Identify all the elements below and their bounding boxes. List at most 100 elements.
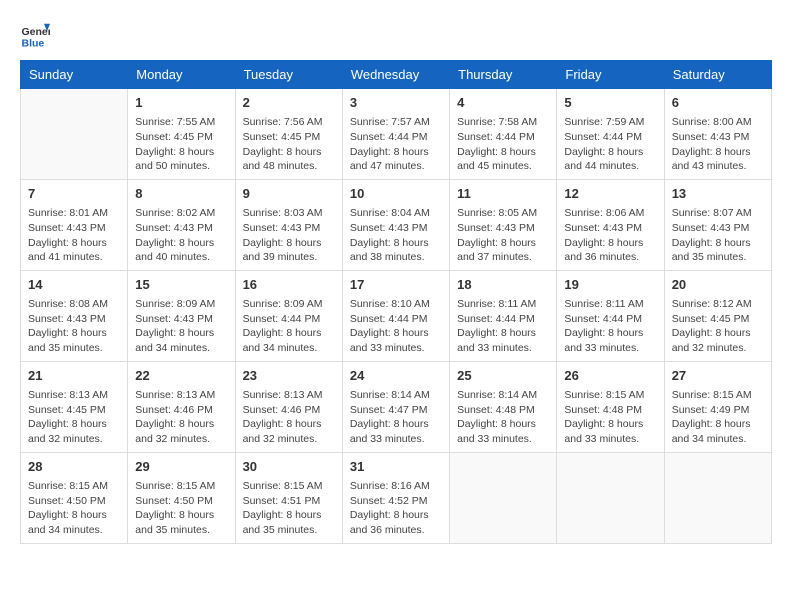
day-info: Sunrise: 8:04 AMSunset: 4:43 PMDaylight:… [350, 206, 442, 265]
day-info: Sunrise: 8:14 AMSunset: 4:48 PMDaylight:… [457, 388, 549, 447]
calendar-cell: 22 Sunrise: 8:13 AMSunset: 4:46 PMDayligh… [128, 361, 235, 452]
day-number: 22 [135, 367, 227, 385]
day-info: Sunrise: 8:02 AMSunset: 4:43 PMDaylight:… [135, 206, 227, 265]
calendar-cell: 27 Sunrise: 8:15 AMSunset: 4:49 PMDayligh… [664, 361, 771, 452]
svg-text:Blue: Blue [22, 37, 45, 49]
calendar-cell: 5Sunrise: 7:59 AMSunset: 4:44 PMDaylight… [557, 89, 664, 180]
day-number: 30 [243, 458, 335, 476]
day-info: Sunrise: 8:13 AMSunset: 4:45 PMDaylight:… [28, 388, 120, 447]
calendar-week-row: 1 Sunrise: 7:55 AMSunset: 4:45 PMDaylight… [21, 89, 772, 180]
weekday-header: Saturday [664, 61, 771, 89]
day-info: Sunrise: 8:15 AMSunset: 4:50 PMDaylight:… [135, 479, 227, 538]
calendar-cell: 11 Sunrise: 8:05 AMSunset: 4:43 PMDayligh… [450, 179, 557, 270]
calendar-cell: 18Sunrise: 8:11 AMSunset: 4:44 PMDayligh… [450, 270, 557, 361]
calendar-cell: 10 Sunrise: 8:04 AMSunset: 4:43 PMDayligh… [342, 179, 449, 270]
day-number: 14 [28, 276, 120, 294]
weekday-header: Friday [557, 61, 664, 89]
day-number: 24 [350, 367, 442, 385]
calendar-cell: 25 Sunrise: 8:14 AMSunset: 4:48 PMDayligh… [450, 361, 557, 452]
day-info: Sunrise: 7:56 AMSunset: 4:45 PMDaylight:… [243, 115, 335, 174]
calendar-cell: 12 Sunrise: 8:06 AMSunset: 4:43 PMDayligh… [557, 179, 664, 270]
day-number: 12 [564, 185, 656, 203]
calendar-cell: 31 Sunrise: 8:16 AMSunset: 4:52 PMDayligh… [342, 452, 449, 543]
calendar-cell: 4 Sunrise: 7:58 AMSunset: 4:44 PMDaylight… [450, 89, 557, 180]
day-info: Sunrise: 7:58 AMSunset: 4:44 PMDaylight:… [457, 115, 549, 174]
day-info: Sunrise: 8:16 AMSunset: 4:52 PMDaylight:… [350, 479, 442, 538]
calendar-cell: 15Sunrise: 8:09 AMSunset: 4:43 PMDayligh… [128, 270, 235, 361]
day-number: 29 [135, 458, 227, 476]
calendar-week-row: 7 Sunrise: 8:01 AMSunset: 4:43 PMDaylight… [21, 179, 772, 270]
weekday-header: Monday [128, 61, 235, 89]
day-number: 1 [135, 94, 227, 112]
day-number: 16 [243, 276, 335, 294]
day-number: 21 [28, 367, 120, 385]
day-info: Sunrise: 7:55 AMSunset: 4:45 PMDaylight:… [135, 115, 227, 174]
day-number: 3 [350, 94, 442, 112]
calendar-cell [21, 89, 128, 180]
day-number: 23 [243, 367, 335, 385]
calendar-cell: 7 Sunrise: 8:01 AMSunset: 4:43 PMDaylight… [21, 179, 128, 270]
weekday-header: Tuesday [235, 61, 342, 89]
calendar-cell: 24 Sunrise: 8:14 AMSunset: 4:47 PMDayligh… [342, 361, 449, 452]
day-info: Sunrise: 8:12 AMSunset: 4:45 PMDaylight:… [672, 297, 764, 356]
day-info: Sunrise: 7:59 AMSunset: 4:44 PMDaylight:… [564, 115, 656, 174]
day-number: 7 [28, 185, 120, 203]
day-number: 17 [350, 276, 442, 294]
day-number: 28 [28, 458, 120, 476]
calendar-cell: 29 Sunrise: 8:15 AMSunset: 4:50 PMDayligh… [128, 452, 235, 543]
calendar-body: 1 Sunrise: 7:55 AMSunset: 4:45 PMDaylight… [21, 89, 772, 544]
day-number: 11 [457, 185, 549, 203]
day-info: Sunrise: 8:05 AMSunset: 4:43 PMDaylight:… [457, 206, 549, 265]
calendar-cell: 9Sunrise: 8:03 AMSunset: 4:43 PMDaylight… [235, 179, 342, 270]
calendar-cell [450, 452, 557, 543]
day-number: 18 [457, 276, 549, 294]
day-info: Sunrise: 8:15 AMSunset: 4:51 PMDaylight:… [243, 479, 335, 538]
calendar-table: SundayMondayTuesdayWednesdayThursdayFrid… [20, 60, 772, 544]
calendar-week-row: 14 Sunrise: 8:08 AMSunset: 4:43 PMDayligh… [21, 270, 772, 361]
day-number: 27 [672, 367, 764, 385]
calendar-cell: 14 Sunrise: 8:08 AMSunset: 4:43 PMDayligh… [21, 270, 128, 361]
calendar-cell: 20 Sunrise: 8:12 AMSunset: 4:45 PMDayligh… [664, 270, 771, 361]
weekday-header: Sunday [21, 61, 128, 89]
calendar-cell: 17Sunrise: 8:10 AMSunset: 4:44 PMDayligh… [342, 270, 449, 361]
weekday-header-row: SundayMondayTuesdayWednesdayThursdayFrid… [21, 61, 772, 89]
calendar-cell: 21 Sunrise: 8:13 AMSunset: 4:45 PMDayligh… [21, 361, 128, 452]
calendar-cell: 8 Sunrise: 8:02 AMSunset: 4:43 PMDaylight… [128, 179, 235, 270]
day-info: Sunrise: 8:00 AMSunset: 4:43 PMDaylight:… [672, 115, 764, 174]
calendar-header: SundayMondayTuesdayWednesdayThursdayFrid… [21, 61, 772, 89]
day-number: 25 [457, 367, 549, 385]
calendar-week-row: 21 Sunrise: 8:13 AMSunset: 4:45 PMDayligh… [21, 361, 772, 452]
calendar-cell: 13 Sunrise: 8:07 AMSunset: 4:43 PMDayligh… [664, 179, 771, 270]
day-info: Sunrise: 8:14 AMSunset: 4:47 PMDaylight:… [350, 388, 442, 447]
day-number: 13 [672, 185, 764, 203]
day-info: Sunrise: 8:15 AMSunset: 4:50 PMDaylight:… [28, 479, 120, 538]
day-info: Sunrise: 8:03 AMSunset: 4:43 PMDaylight:… [243, 206, 335, 265]
logo: General Blue [20, 20, 54, 50]
day-info: Sunrise: 8:13 AMSunset: 4:46 PMDaylight:… [135, 388, 227, 447]
page-header: General Blue [20, 20, 772, 50]
day-info: Sunrise: 8:11 AMSunset: 4:44 PMDaylight:… [564, 297, 656, 356]
day-info: Sunrise: 8:09 AMSunset: 4:43 PMDaylight:… [135, 297, 227, 356]
day-info: Sunrise: 8:01 AMSunset: 4:43 PMDaylight:… [28, 206, 120, 265]
day-info: Sunrise: 8:15 AMSunset: 4:49 PMDaylight:… [672, 388, 764, 447]
day-number: 26 [564, 367, 656, 385]
day-number: 8 [135, 185, 227, 203]
day-info: Sunrise: 7:57 AMSunset: 4:44 PMDaylight:… [350, 115, 442, 174]
calendar-cell: 6Sunrise: 8:00 AMSunset: 4:43 PMDaylight… [664, 89, 771, 180]
day-number: 19 [564, 276, 656, 294]
weekday-header: Thursday [450, 61, 557, 89]
day-info: Sunrise: 8:08 AMSunset: 4:43 PMDaylight:… [28, 297, 120, 356]
day-info: Sunrise: 8:13 AMSunset: 4:46 PMDaylight:… [243, 388, 335, 447]
logo-icon: General Blue [20, 20, 50, 50]
day-info: Sunrise: 8:07 AMSunset: 4:43 PMDaylight:… [672, 206, 764, 265]
calendar-cell: 26Sunrise: 8:15 AMSunset: 4:48 PMDayligh… [557, 361, 664, 452]
day-info: Sunrise: 8:09 AMSunset: 4:44 PMDaylight:… [243, 297, 335, 356]
calendar-cell: 19 Sunrise: 8:11 AMSunset: 4:44 PMDayligh… [557, 270, 664, 361]
day-number: 10 [350, 185, 442, 203]
calendar-cell [557, 452, 664, 543]
calendar-week-row: 28 Sunrise: 8:15 AMSunset: 4:50 PMDayligh… [21, 452, 772, 543]
day-number: 4 [457, 94, 549, 112]
day-number: 20 [672, 276, 764, 294]
day-number: 31 [350, 458, 442, 476]
day-info: Sunrise: 8:06 AMSunset: 4:43 PMDaylight:… [564, 206, 656, 265]
